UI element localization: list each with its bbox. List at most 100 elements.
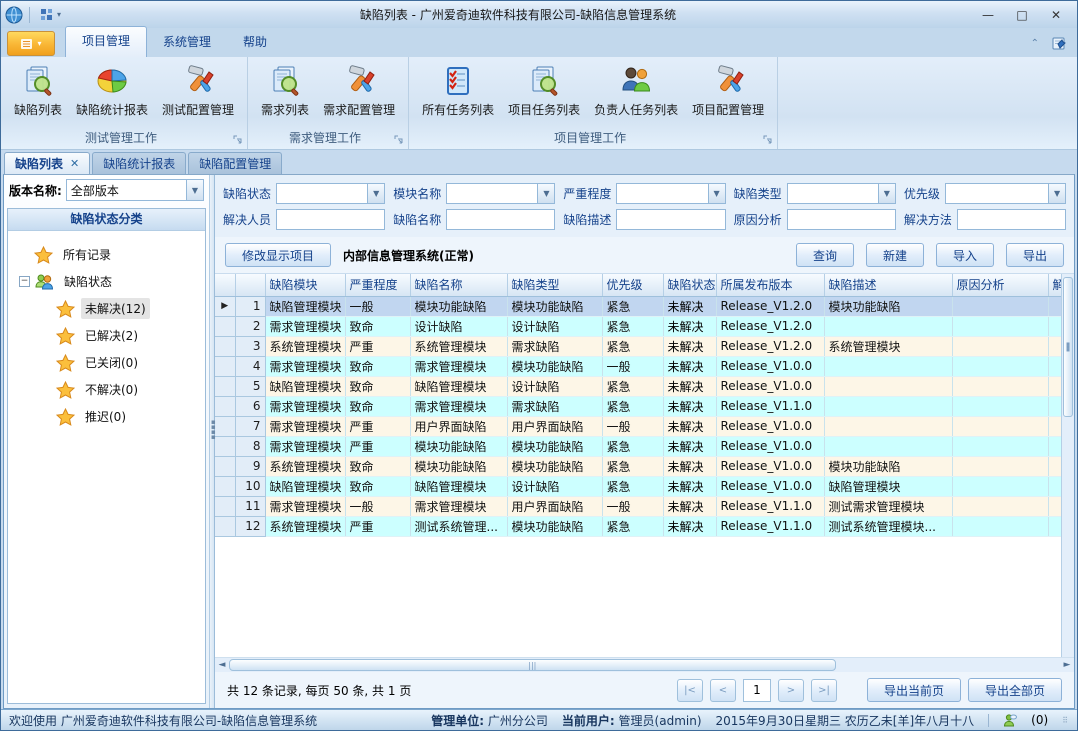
- cell-缺陷名称[interactable]: 需求管理模块: [410, 396, 507, 416]
- chevron-down-icon[interactable]: ▼: [878, 184, 895, 203]
- cell-所属发布版本[interactable]: Release_V1.2.0: [716, 296, 824, 316]
- ribbon-button-需求列表[interactable]: 需求列表: [254, 60, 316, 120]
- chevron-down-icon[interactable]: ▼: [186, 180, 203, 200]
- cell-原因分析[interactable]: [952, 516, 1048, 536]
- column-header-缺陷模块[interactable]: 缺陷模块: [265, 274, 345, 296]
- cell-严重程度[interactable]: 致命: [345, 376, 410, 396]
- tree-item-未解决(12)[interactable]: 未解决(12): [10, 295, 203, 322]
- cell-解决方法[interactable]: [1048, 356, 1061, 376]
- cell-缺陷名称[interactable]: 设计缺陷: [410, 316, 507, 336]
- chevron-down-icon[interactable]: ▼: [708, 184, 725, 203]
- cell-解决方法[interactable]: [1048, 296, 1061, 316]
- tree-item-缺陷状态[interactable]: −缺陷状态: [10, 268, 203, 295]
- export-button[interactable]: 导出: [1006, 243, 1064, 267]
- cell-解决方法[interactable]: [1048, 316, 1061, 336]
- cell-缺陷状态[interactable]: 未解决: [663, 476, 716, 496]
- version-combobox[interactable]: 全部版本 ▼: [66, 179, 204, 201]
- row-selector-cell[interactable]: [215, 316, 235, 336]
- cell-解决方法[interactable]: [1048, 476, 1061, 496]
- cell-缺陷描述[interactable]: [824, 356, 952, 376]
- ribbon-button-所有任务列表[interactable]: 所有任务列表: [415, 60, 501, 120]
- cell-解决方法[interactable]: [1048, 376, 1061, 396]
- cell-解决方法[interactable]: [1048, 516, 1061, 536]
- filter-combobox-模块名称[interactable]: ▼: [446, 183, 555, 204]
- cell-解决方法[interactable]: [1048, 416, 1061, 436]
- cell-缺陷名称[interactable]: 模块功能缺陷: [410, 296, 507, 316]
- column-header-缺陷名称[interactable]: 缺陷名称: [410, 274, 507, 296]
- cell-缺陷名称[interactable]: 系统管理模块: [410, 336, 507, 356]
- column-header-缺陷描述[interactable]: 缺陷描述: [824, 274, 952, 296]
- cell-缺陷描述[interactable]: [824, 396, 952, 416]
- cell-优先级[interactable]: 紧急: [602, 476, 663, 496]
- cell-缺陷模块[interactable]: 系统管理模块: [265, 456, 345, 476]
- cell-缺陷名称[interactable]: 测试系统管理...: [410, 516, 507, 536]
- cell-所属发布版本[interactable]: Release_V1.0.0: [716, 416, 824, 436]
- cell-严重程度[interactable]: 一般: [345, 496, 410, 516]
- close-button[interactable]: ✕: [1039, 4, 1073, 25]
- cell-优先级[interactable]: 紧急: [602, 336, 663, 356]
- first-page-button[interactable]: |<: [677, 679, 703, 702]
- cell-缺陷描述[interactable]: [824, 316, 952, 336]
- cell-优先级[interactable]: 紧急: [602, 396, 663, 416]
- cell-缺陷模块[interactable]: 需求管理模块: [265, 436, 345, 456]
- maximize-button[interactable]: □: [1005, 4, 1039, 25]
- cell-所属发布版本[interactable]: Release_V1.1.0: [716, 396, 824, 416]
- ribbon-button-项目任务列表[interactable]: 项目任务列表: [501, 60, 587, 120]
- row-selector-cell[interactable]: [215, 496, 235, 516]
- column-header-缺陷类型[interactable]: 缺陷类型: [507, 274, 602, 296]
- doc-tab-缺陷统计报表[interactable]: 缺陷统计报表: [92, 152, 186, 174]
- cell-缺陷状态[interactable]: 未解决: [663, 356, 716, 376]
- tree-expander-icon[interactable]: −: [19, 276, 30, 287]
- cell-缺陷模块[interactable]: 需求管理模块: [265, 416, 345, 436]
- table-row[interactable]: 12系统管理模块严重测试系统管理...模块功能缺陷紧急未解决Release_V1…: [215, 516, 1061, 536]
- filter-combobox-缺陷类型[interactable]: ▼: [787, 183, 896, 204]
- column-header-解决方法[interactable]: 解决方法: [1048, 274, 1061, 296]
- cell-优先级[interactable]: 一般: [602, 496, 663, 516]
- cell-解决方法[interactable]: [1048, 436, 1061, 456]
- cell-优先级[interactable]: 一般: [602, 416, 663, 436]
- cell-缺陷描述[interactable]: [824, 416, 952, 436]
- tree-item-不解决(0)[interactable]: 不解决(0): [10, 376, 203, 403]
- horizontal-scrollbar[interactable]: ◄ ||| ►: [215, 657, 1074, 672]
- chevron-down-icon[interactable]: ▼: [1048, 184, 1065, 203]
- table-row[interactable]: 9系统管理模块致命模块功能缺陷模块功能缺陷紧急未解决Release_V1.0.0…: [215, 456, 1061, 476]
- cell-解决方法[interactable]: [1048, 456, 1061, 476]
- cell-所属发布版本[interactable]: Release_V1.0.0: [716, 476, 824, 496]
- cell-优先级[interactable]: 紧急: [602, 296, 663, 316]
- cell-所属发布版本[interactable]: Release_V1.2.0: [716, 316, 824, 336]
- cell-缺陷状态[interactable]: 未解决: [663, 376, 716, 396]
- ribbon-button-需求配置管理[interactable]: 需求配置管理: [316, 60, 402, 120]
- close-tab-icon[interactable]: ✕: [70, 157, 79, 170]
- cell-缺陷描述[interactable]: 模块功能缺陷: [824, 296, 952, 316]
- page-number-input[interactable]: [743, 679, 771, 702]
- cell-所属发布版本[interactable]: Release_V1.1.0: [716, 516, 824, 536]
- cell-缺陷模块[interactable]: 缺陷管理模块: [265, 476, 345, 496]
- cell-缺陷模块[interactable]: 缺陷管理模块: [265, 376, 345, 396]
- cell-严重程度[interactable]: 致命: [345, 316, 410, 336]
- cell-原因分析[interactable]: [952, 296, 1048, 316]
- cell-缺陷类型[interactable]: 模块功能缺陷: [507, 436, 602, 456]
- cell-原因分析[interactable]: [952, 456, 1048, 476]
- filter-input-缺陷描述[interactable]: [616, 209, 725, 230]
- tree-item-已关闭(0)[interactable]: 已关闭(0): [10, 349, 203, 376]
- cell-缺陷类型[interactable]: 用户界面缺陷: [507, 416, 602, 436]
- cell-所属发布版本[interactable]: Release_V1.0.0: [716, 436, 824, 456]
- query-button[interactable]: 查询: [796, 243, 854, 267]
- sidebar-splitter[interactable]: ▪▪▪▪: [209, 175, 215, 708]
- cell-严重程度[interactable]: 一般: [345, 296, 410, 316]
- cell-缺陷状态[interactable]: 未解决: [663, 436, 716, 456]
- ribbon-tab-系统管理[interactable]: 系统管理: [147, 28, 227, 57]
- row-selector-cell[interactable]: [215, 336, 235, 356]
- filter-input-解决方法[interactable]: [957, 209, 1066, 230]
- cell-严重程度[interactable]: 严重: [345, 336, 410, 356]
- cell-所属发布版本[interactable]: Release_V1.1.0: [716, 496, 824, 516]
- cell-解决方法[interactable]: [1048, 396, 1061, 416]
- table-row[interactable]: 8需求管理模块严重模块功能缺陷模块功能缺陷紧急未解决Release_V1.0.0: [215, 436, 1061, 456]
- cell-缺陷状态[interactable]: 未解决: [663, 316, 716, 336]
- cell-优先级[interactable]: 紧急: [602, 436, 663, 456]
- cell-优先级[interactable]: 一般: [602, 356, 663, 376]
- cell-原因分析[interactable]: [952, 356, 1048, 376]
- last-page-button[interactable]: >|: [811, 679, 837, 702]
- scroll-right-icon[interactable]: ►: [1062, 660, 1072, 670]
- dialog-launcher-icon[interactable]: [763, 135, 773, 145]
